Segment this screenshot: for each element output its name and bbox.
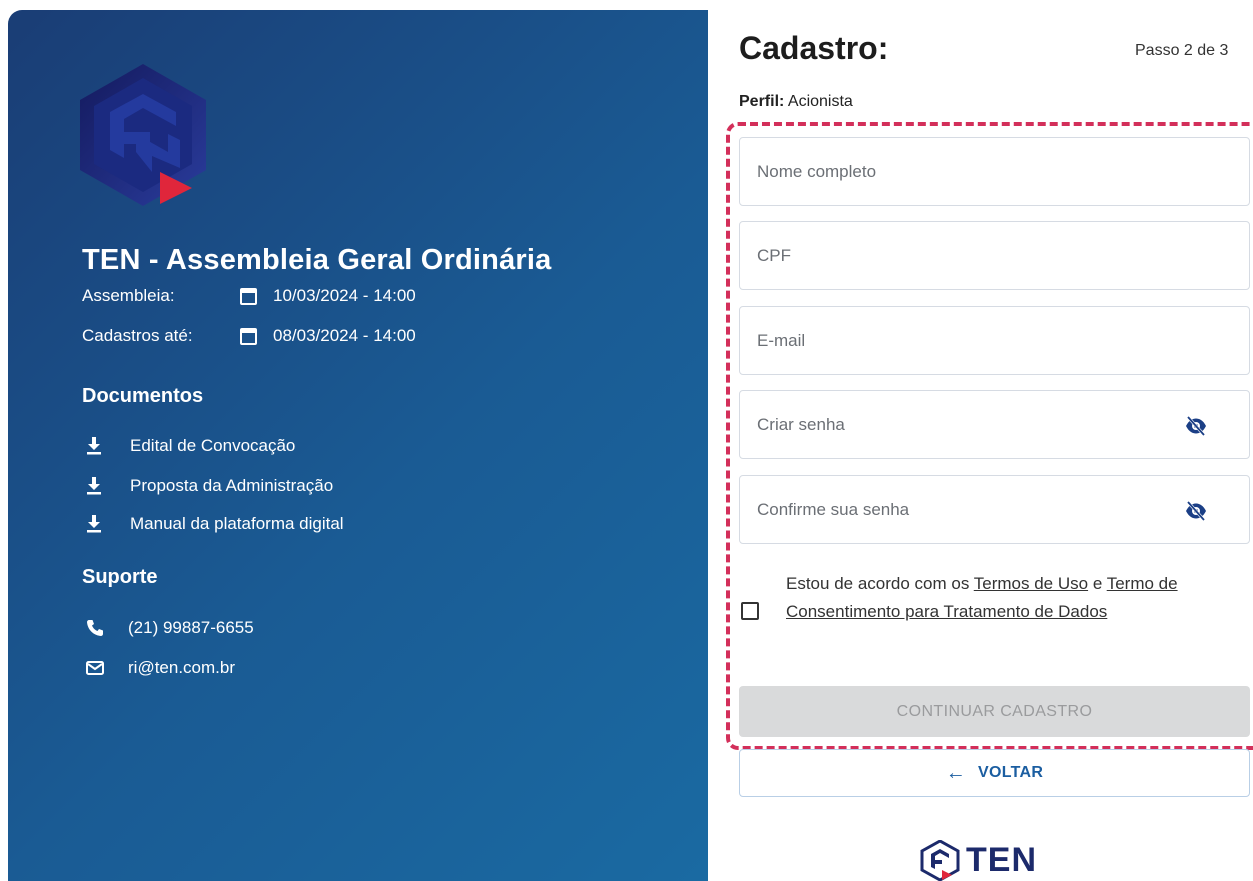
download-icon: [87, 477, 101, 495]
support-email[interactable]: ri@ten.com.br: [86, 658, 235, 678]
password-input[interactable]: [757, 414, 1200, 435]
support-email-text[interactable]: ri@ten.com.br: [128, 658, 235, 678]
support-phone-text[interactable]: (21) 99887-6655: [128, 618, 254, 638]
documents-title: Documentos: [82, 385, 204, 407]
event-title: TEN - Assembleia Geral Ordinária: [82, 244, 552, 276]
continue-button[interactable]: CONTINUAR CADASTRO: [739, 686, 1250, 737]
document-label[interactable]: Manual da plataforma digital: [130, 514, 344, 534]
ten-footer-icon: [920, 840, 960, 881]
ten-logo: [80, 64, 206, 206]
assembleia-label: Assembleia:: [82, 286, 175, 305]
profile-label: Perfil:: [739, 93, 785, 110]
document-link-edital[interactable]: Edital de Convocação: [86, 436, 295, 456]
cpf-field[interactable]: [739, 221, 1250, 290]
consent-conj: e: [1092, 574, 1103, 593]
confirm-password-field[interactable]: [739, 475, 1250, 544]
consent-checkbox[interactable]: [741, 602, 759, 620]
cpf-input[interactable]: [757, 245, 1200, 266]
email-field[interactable]: [739, 306, 1250, 375]
form-title: Cadastro:: [739, 30, 889, 66]
email-input[interactable]: [757, 330, 1200, 351]
name-field[interactable]: [739, 137, 1250, 206]
profile-value: Acionista: [787, 93, 853, 110]
document-link-manual[interactable]: Manual da plataforma digital: [86, 514, 344, 534]
support-phone[interactable]: (21) 99887-6655: [86, 618, 254, 638]
support-title: Suporte: [82, 566, 158, 588]
password-field[interactable]: [739, 390, 1250, 459]
cadastros-label: Cadastros até:: [82, 326, 193, 345]
footer-brand: TEN: [966, 841, 1037, 879]
confirm-password-input[interactable]: [757, 499, 1200, 520]
back-button[interactable]: ← VOLTAR: [739, 749, 1250, 797]
download-icon: [87, 437, 101, 455]
terms-of-use-link[interactable]: Termos de Uso: [974, 574, 1088, 593]
arrow-left-icon: ←: [945, 761, 967, 784]
assembleia-date-row: Assembleia: 10/03/2024 - 14:00: [82, 286, 416, 306]
download-icon: [87, 515, 101, 533]
assembleia-date: 10/03/2024 - 14:00: [273, 286, 416, 305]
mail-icon: [86, 661, 104, 675]
calendar-icon: [240, 287, 257, 305]
back-label[interactable]: VOLTAR: [978, 764, 1043, 782]
eye-off-icon[interactable]: [1185, 415, 1207, 437]
calendar-icon: [240, 327, 257, 345]
step-indicator: Passo 2 de 3: [1135, 42, 1229, 59]
document-label[interactable]: Edital de Convocação: [130, 436, 295, 456]
eye-off-icon[interactable]: [1185, 500, 1207, 522]
document-label[interactable]: Proposta da Administração: [130, 476, 333, 496]
cadastros-date: 08/03/2024 - 14:00: [273, 326, 416, 345]
document-link-proposta[interactable]: Proposta da Administração: [86, 476, 333, 496]
phone-icon: [87, 620, 103, 636]
cadastros-date-row: Cadastros até: 08/03/2024 - 14:00: [82, 326, 416, 346]
profile-line: Perfil: Acionista: [739, 93, 853, 111]
name-input[interactable]: [757, 161, 1200, 182]
footer-logo: TEN: [920, 840, 1037, 881]
consent-text: Estou de acordo com os Termos de Uso e T…: [786, 570, 1236, 626]
event-info-panel: TEN - Assembleia Geral Ordinária Assembl…: [8, 10, 708, 881]
consent-prefix: Estou de acordo com os: [786, 574, 970, 593]
